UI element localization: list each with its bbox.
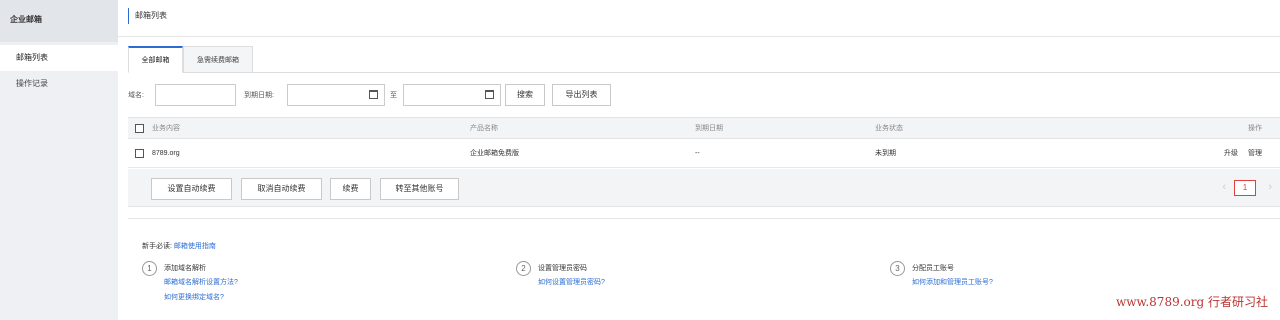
select-all-checkbox[interactable]	[135, 124, 144, 133]
row-product: 企业邮箱免费版	[470, 150, 519, 157]
table-row: 8789.org 企业邮箱免费版 -- 未到期 升级 管理	[128, 139, 1280, 168]
tab-all-mailboxes[interactable]: 全部邮箱	[128, 46, 183, 73]
sidebar-title: 企业邮箱	[0, 0, 118, 42]
sidebar: 企业邮箱 邮箱列表 操作记录	[0, 0, 118, 320]
col-content: 业务内容	[152, 125, 180, 132]
step-title: 添加域名解析	[164, 265, 206, 272]
export-list-button[interactable]: 导出列表	[552, 84, 611, 106]
filter-bar: 域名: 到期日期: 至 搜索 导出列表	[128, 84, 1280, 106]
start-date-input[interactable]	[287, 84, 385, 106]
beginner-guide: 新手必读: 邮箱使用指南 1 添加域名解析 邮箱域名解析设置方法? 如何更换绑定…	[128, 218, 1280, 320]
calendar-icon[interactable]	[485, 90, 494, 99]
table-header: 业务内容 产品名称 到期日期 业务状态 操作	[128, 117, 1280, 139]
tab-bar: 全部邮箱 急需续费邮箱	[128, 46, 1280, 73]
row-checkbox[interactable]	[135, 149, 144, 158]
title-accent-bar	[128, 8, 129, 24]
step-help-link[interactable]: 邮箱域名解析设置方法?	[164, 277, 238, 287]
upgrade-link[interactable]: 升级	[1224, 139, 1238, 168]
col-product: 产品名称	[470, 125, 498, 132]
col-expire: 到期日期	[695, 125, 723, 132]
step-number-badge: 1	[142, 261, 157, 276]
pager-page-1[interactable]: 1	[1234, 180, 1256, 196]
step-title: 分配员工账号	[912, 265, 954, 272]
page-title: 邮箱列表	[135, 11, 167, 20]
to-label: 至	[390, 92, 397, 99]
pager-next-icon[interactable]: ›	[1268, 181, 1272, 193]
transfer-account-button[interactable]: 转至其他账号	[380, 178, 459, 200]
mailbox-table: 业务内容 产品名称 到期日期 业务状态 操作 8789.org 企业邮箱免费版 …	[128, 117, 1280, 168]
step-title: 设置管理员密码	[538, 265, 587, 272]
cancel-auto-renew-button[interactable]: 取消自动续费	[241, 178, 322, 200]
tab-urgent-renewal[interactable]: 急需续费邮箱	[183, 46, 253, 73]
guide-prefix: 新手必读:	[142, 243, 172, 250]
guide-heading: 新手必读: 邮箱使用指南	[142, 241, 216, 251]
watermark: www.8789.org 行者研习社	[1115, 295, 1268, 309]
step-help-link[interactable]: 如何设置管理员密码?	[538, 277, 605, 287]
end-date-input[interactable]	[403, 84, 501, 106]
domain-label: 域名:	[128, 92, 144, 99]
step-help-link[interactable]: 如何添加和管理员工账号?	[912, 277, 993, 287]
row-domain-link[interactable]: 8789.org	[152, 139, 180, 168]
guide-link[interactable]: 邮箱使用指南	[174, 243, 216, 250]
page-header: 邮箱列表	[118, 0, 1280, 37]
sidebar-item-mailbox-list[interactable]: 邮箱列表	[0, 45, 118, 71]
expire-date-label: 到期日期:	[244, 92, 274, 99]
col-actions: 操作	[1248, 125, 1262, 132]
domain-input[interactable]	[155, 84, 236, 106]
row-expire: --	[695, 150, 700, 157]
pager-prev-icon[interactable]: ‹	[1222, 181, 1226, 193]
step-number-badge: 3	[890, 261, 905, 276]
bulk-actions-bar: 设置自动续费 取消自动续费 续费 转至其他账号 ‹ 1 ›	[128, 169, 1280, 207]
search-button[interactable]: 搜索	[505, 84, 545, 106]
renew-button[interactable]: 续费	[330, 178, 371, 200]
col-status: 业务状态	[875, 125, 903, 132]
sidebar-item-operation-log[interactable]: 操作记录	[0, 71, 118, 97]
step-number-badge: 2	[516, 261, 531, 276]
set-auto-renew-button[interactable]: 设置自动续费	[151, 178, 232, 200]
calendar-icon[interactable]	[369, 90, 378, 99]
step-help-link[interactable]: 如何更换绑定域名?	[164, 292, 224, 302]
main-content: 邮箱列表 全部邮箱 急需续费邮箱 域名: 到期日期: 至 搜索 导出列表 业务内…	[118, 0, 1280, 320]
row-status: 未到期	[875, 150, 896, 157]
manage-link[interactable]: 管理	[1248, 139, 1262, 168]
